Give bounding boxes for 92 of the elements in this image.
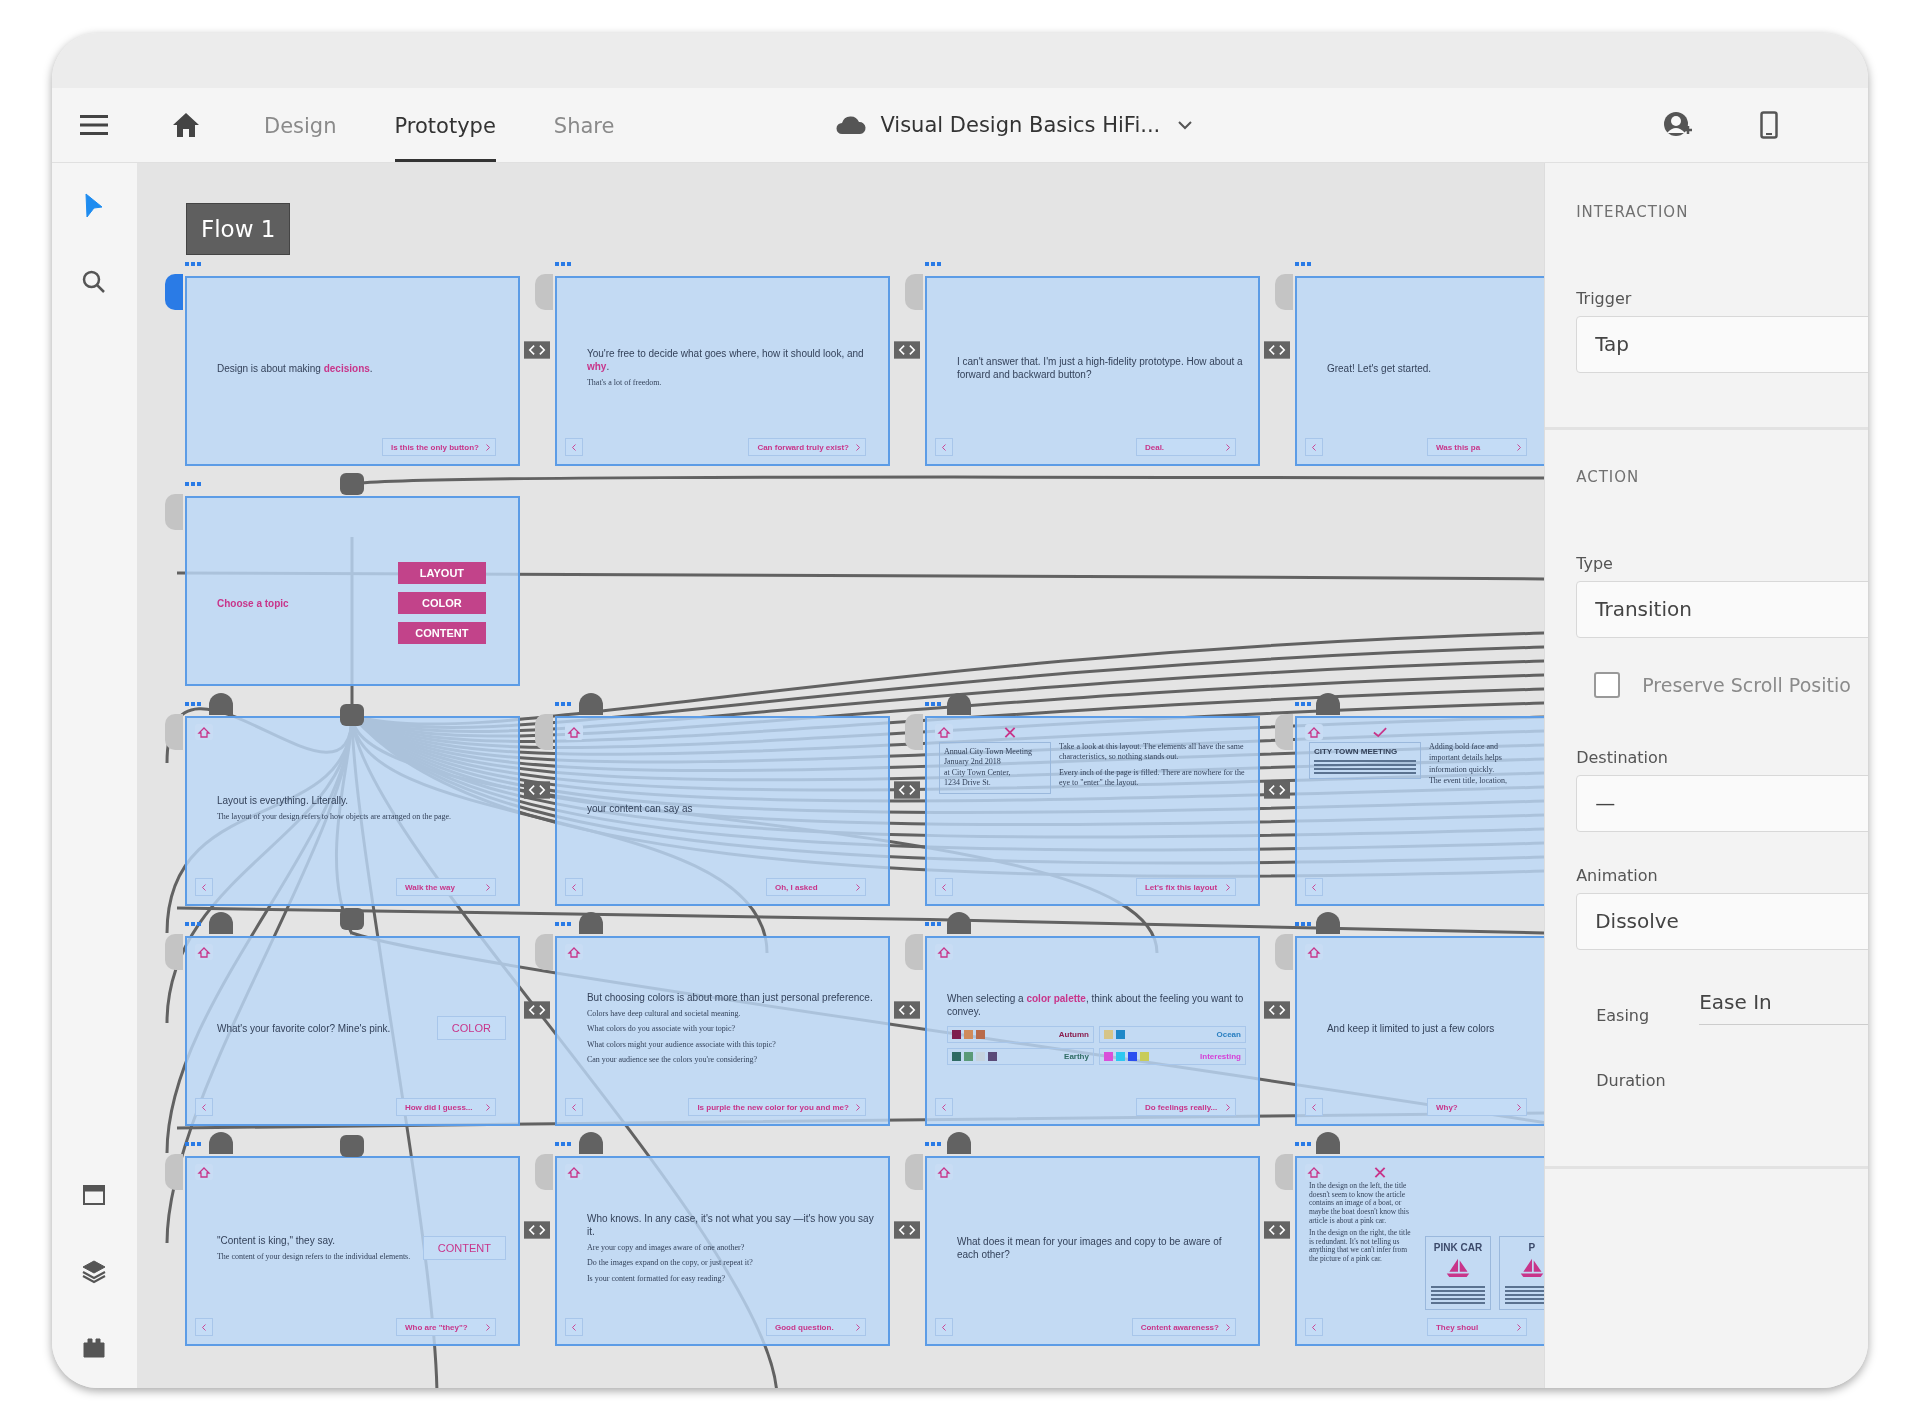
slide-heading: Choose a topic	[216, 596, 290, 610]
topic-button[interactable]: CONTENT	[397, 622, 486, 644]
field-label: Duration	[1595, 1071, 1667, 1090]
article-title: PINK CAR	[1433, 1242, 1483, 1253]
next-button[interactable]: Deal.	[1135, 438, 1236, 456]
mode-tab[interactable]: Design	[264, 88, 337, 162]
topic-label: COLOR	[436, 1016, 506, 1040]
slide-heading: What's your favorite color? Mine's pink.	[216, 1021, 392, 1035]
slide-text: Can your audience see the colors you're considering?	[586, 1054, 758, 1066]
artboard[interactable]: And keep it limited to just a few colors Why?	[1294, 936, 1545, 1126]
document-title[interactable]: Visual Design Basics HiFi...	[880, 113, 1161, 137]
article-title: P	[1528, 1242, 1536, 1253]
slide-heading: What does it mean for your images and copy to be aware of each other?	[956, 1235, 1223, 1261]
topic-button[interactable]: COLOR	[397, 592, 486, 614]
next-button[interactable]: Is this the only button?	[381, 438, 496, 456]
next-button[interactable]: Was this pa	[1426, 438, 1527, 456]
artboard[interactable]: Layout is everything. Literally. The layout of your design refers to how objects are arranged on the page. Walk the way	[184, 716, 520, 906]
slide-text: What colors do you associate with your topic?	[586, 1024, 737, 1035]
artboard[interactable]: Design is about making decisions. Is this the only button?	[184, 276, 520, 466]
section-heading: ACTION	[1576, 468, 1641, 486]
flyer-text: at City Town Center,	[943, 767, 1012, 779]
artboard[interactable]: I can't answer that. I'm just a high-fidelity prototype. How about a forward and backward button? Deal.	[924, 276, 1260, 466]
slide-text: What colors might your audience associate with this topic?	[586, 1039, 777, 1050]
flow-label[interactable]: Flow 1	[185, 203, 291, 255]
next-button[interactable]: Can forward truly exist?	[748, 438, 866, 456]
slide-text: Every inch of the page is filled. There are nowhere for the eye to "enter" the layout.	[1058, 767, 1246, 789]
next-button[interactable]: Oh, I asked	[765, 878, 866, 896]
field-label: Easing	[1596, 1006, 1650, 1025]
checkbox-label: Preserve Scroll Positio	[1642, 674, 1851, 696]
artboard[interactable]: Choose a topic LAYOUT COLOR CONTENT	[184, 496, 520, 686]
slide-text: The content of your design refers to the individual elements.	[216, 1251, 412, 1263]
section-heading: INTERACTION	[1576, 203, 1690, 221]
artboard[interactable]: What's your favorite color? Mine's pink. COLOR How did I guess...	[184, 936, 520, 1126]
mode-tab[interactable]: Share	[553, 88, 615, 162]
artboard[interactable]: Great! Let's get started. Was this pa	[1294, 276, 1545, 466]
slide-text: The layout of your design refers to how objects are arranged on the page.	[216, 811, 453, 823]
slide-heading: Layout is everything. Literally.	[216, 793, 349, 807]
next-button[interactable]: Content awareness?	[1131, 1318, 1236, 1336]
slide-heading: "Content is king," they say.	[216, 1233, 337, 1247]
next-button[interactable]: Walk the way	[395, 878, 496, 896]
palette-name: Earthy	[1064, 1051, 1089, 1061]
slide-heading: You're free to decide what goes where, how it should look, and why.	[586, 347, 865, 374]
next-button[interactable]: Is purple the new color for you and me?	[688, 1098, 866, 1116]
next-button[interactable]: Do feelings really...	[1135, 1098, 1236, 1116]
slide-heading: I can't answer that. I'm just a high-fidelity prototype. How about a forward and backward button?	[956, 355, 1244, 381]
flyer-text: 1234 Drive St.	[943, 778, 992, 789]
next-button[interactable]: They shoul	[1426, 1318, 1527, 1336]
artboard[interactable]: your content can say as Oh, I asked	[554, 716, 890, 906]
slide-heading: When selecting a color palette, think about the feeling you want to convey.	[946, 991, 1245, 1018]
slide-text: Do the images expand on the copy, or just repeat it?	[586, 1258, 754, 1269]
slide-heading: Design is about making decisions.	[216, 361, 374, 375]
slide-text: Are your copy and images aware of one another?	[586, 1242, 746, 1254]
slide-text: Colors have deep cultural and societal meaning.	[586, 1008, 742, 1020]
field-label: Trigger	[1576, 289, 1633, 308]
slide-heading: And keep it limited to just a few colors	[1326, 1021, 1496, 1035]
destination-dropdown[interactable]: —	[1576, 775, 1868, 832]
slide-heading: Great! Let's get started.	[1326, 361, 1433, 375]
next-button[interactable]: Good question.	[765, 1318, 866, 1336]
next-button[interactable]: How did I guess...	[395, 1098, 496, 1116]
slide-text: The event title, location,	[1428, 776, 1507, 787]
slide-text: important details helps	[1428, 753, 1503, 764]
topic-label: CONTENT	[422, 1236, 506, 1260]
palette-name: Autumn	[1058, 1029, 1089, 1039]
artboard[interactable]: "Content is king," they say. The content of your design refers to the individual elements. CONTENT Who are "they"?	[184, 1156, 520, 1346]
field-label: Destination	[1576, 748, 1669, 767]
next-button[interactable]: Who are "they"?	[395, 1318, 496, 1336]
slide-heading: your content can say as	[586, 801, 694, 815]
slide-text: Is your content formatted for easy reading?	[586, 1273, 727, 1285]
slide-text: information quickly.	[1428, 764, 1496, 776]
slide-heading: But choosing colors is about more than just personal preference.	[586, 990, 874, 1004]
flyer-text: January 2nd 2018	[943, 757, 1002, 768]
next-button[interactable]: Why?	[1426, 1098, 1527, 1116]
flyer-text: CITY TOWN MEETING	[1313, 747, 1399, 756]
artboard[interactable]: When selecting a color palette, think about the feeling you want to convey. Autumn Ocean Earthy Interesting Do feelings really...	[924, 936, 1260, 1126]
easing-dropdown[interactable]: Ease In	[1699, 990, 1868, 1025]
palette-name: Interesting	[1200, 1051, 1241, 1061]
trigger-dropdown[interactable]: Tap	[1576, 316, 1868, 373]
artboard[interactable]: You're free to decide what goes where, how it should look, and why. That's a lot of freedom. Can forward truly exist?	[554, 276, 890, 466]
field-label: Animation	[1576, 866, 1659, 885]
slide-text: That's a lot of freedom.	[586, 378, 663, 389]
flyer-text: Annual City Town Meeting	[943, 747, 1033, 758]
slide-text: Take a look at this layout. The elements all have the same characteristics, so nothing stands out.	[1058, 742, 1245, 763]
artboard[interactable]: What does it mean for your images and copy to be aware of each other? Content awareness?	[924, 1156, 1260, 1346]
animation-dropdown[interactable]: Dissolve	[1576, 893, 1868, 950]
topic-button[interactable]: LAYOUT	[397, 562, 486, 584]
type-dropdown[interactable]: Transition	[1576, 581, 1868, 638]
next-button[interactable]: Let's fix this layout	[1135, 878, 1236, 896]
slide-heading: Who knows. In any case, it's not what you say —it's how you say it.	[586, 1211, 875, 1238]
slide-text: Adding bold face and	[1428, 742, 1500, 753]
field-label: Type	[1576, 554, 1614, 573]
palette-name: Ocean	[1216, 1029, 1241, 1039]
artboard[interactable]: CITY TOWN MEETING Adding bold face and important details helps information quickly. The event title, location,	[1294, 716, 1545, 906]
